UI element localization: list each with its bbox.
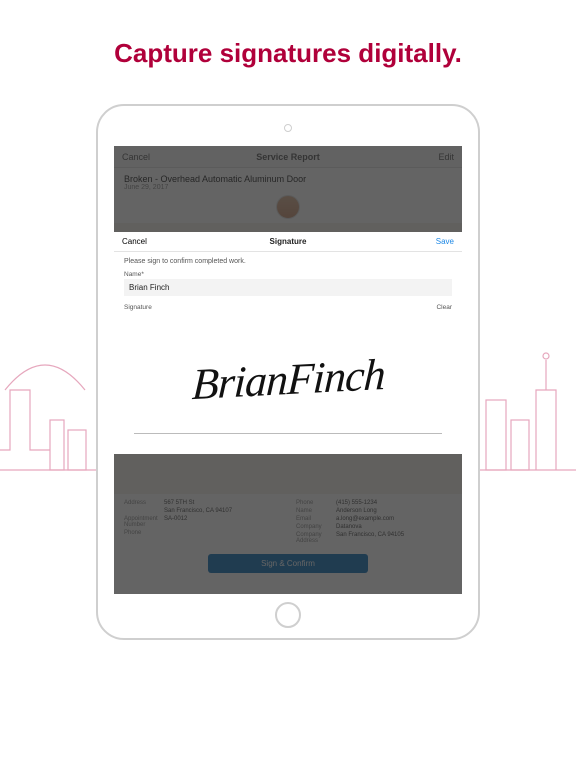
page-headline: Capture signatures digitally. (0, 0, 576, 69)
name-field[interactable]: Brian Finch (124, 279, 452, 296)
modal-hint: Please sign to confirm completed work. (124, 258, 452, 265)
camera-icon (284, 124, 292, 132)
modal-top-bar: Cancel Signature Save (114, 232, 462, 252)
home-button-icon (275, 602, 301, 628)
skyline-art-left (0, 330, 100, 480)
clear-button[interactable]: Clear (436, 304, 452, 311)
signature-modal: Cancel Signature Save Please sign to con… (114, 232, 462, 454)
name-label: Name* (124, 271, 452, 278)
modal-title: Signature (114, 237, 462, 246)
signature-stroke: BrianFinch (190, 348, 385, 409)
signature-baseline (134, 433, 442, 434)
tablet-frame: Cancel Service Report Edit Broken - Over… (96, 104, 480, 640)
tablet-screen: Cancel Service Report Edit Broken - Over… (114, 146, 462, 594)
signature-label: Signature (124, 304, 152, 311)
skyline-art-right (476, 330, 576, 480)
signature-pad[interactable]: BrianFinch (124, 314, 452, 444)
